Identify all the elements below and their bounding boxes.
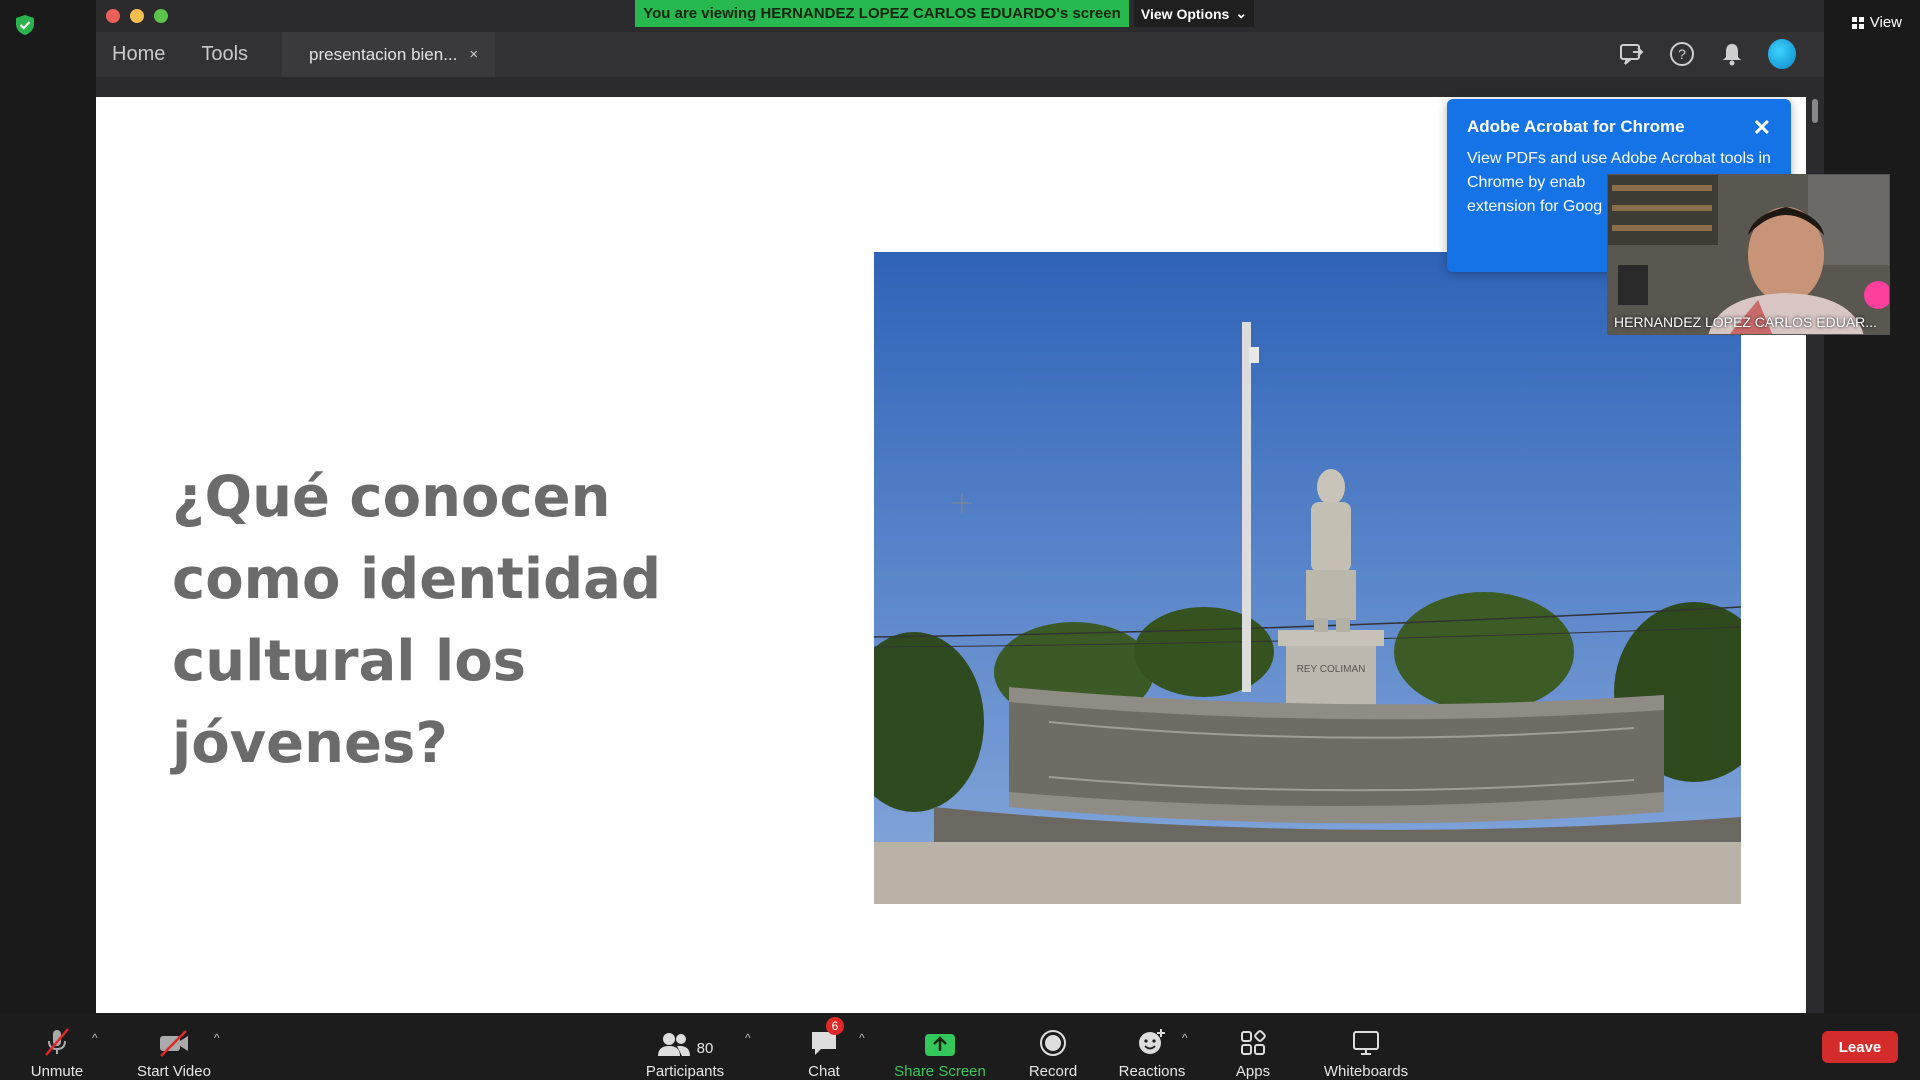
record-label: Record — [1028, 1063, 1078, 1080]
account-avatar[interactable] — [1768, 39, 1796, 69]
record-icon — [1039, 1021, 1067, 1057]
zoom-meeting-window: View You are viewing HERNANDEZ LOPEZ CAR… — [0, 0, 1920, 1080]
participants-button[interactable]: 80 Participants — [640, 1013, 730, 1080]
minimize-window-button[interactable] — [130, 9, 144, 23]
chat-unread-badge: 6 — [826, 1017, 844, 1035]
participants-count: 80 — [696, 1040, 714, 1057]
reactions-label: Reactions — [1118, 1063, 1186, 1080]
share-screen-label: Share Screen — [894, 1063, 986, 1080]
help-icon[interactable]: ? — [1668, 40, 1696, 68]
meeting-controls-bar: Unmute ^ Start Video ^ 80 Participants ^… — [0, 1013, 1920, 1080]
participant-name: HERNANDEZ LOPEZ CARLOS EDUAR... — [1614, 314, 1877, 330]
maximize-window-button[interactable] — [154, 9, 168, 23]
record-button[interactable]: Record — [1022, 1013, 1084, 1080]
video-options-caret-icon[interactable]: ^ — [214, 1031, 220, 1045]
document-tab[interactable]: presentacion bien... × — [282, 32, 495, 77]
scroll-thumb[interactable] — [1812, 99, 1818, 123]
apps-icon — [1239, 1021, 1267, 1057]
acrobat-toolbar: Home Tools presentacion bien... × ? — [96, 32, 1824, 77]
view-layout-button[interactable]: View — [1844, 10, 1910, 35]
svg-text:?: ? — [1678, 46, 1686, 62]
start-video-label: Start Video — [137, 1063, 211, 1080]
avatar — [1768, 39, 1796, 69]
toolbar-icons: ? — [1618, 39, 1796, 69]
whiteboard-icon — [1351, 1021, 1381, 1057]
reactions-options-caret-icon[interactable]: ^ — [1182, 1031, 1188, 1045]
unmute-label: Unmute — [30, 1063, 84, 1080]
microphone-muted-icon — [42, 1021, 72, 1057]
home-tab[interactable]: Home — [112, 43, 165, 66]
monument-photo: REY COLIMAN — [874, 252, 1741, 904]
chevron-down-icon: ⌄ — [1235, 5, 1248, 21]
audio-options-caret-icon[interactable]: ^ — [92, 1031, 98, 1045]
viewing-screen-banner: You are viewing HERNANDEZ LOPEZ CARLOS E… — [635, 0, 1129, 27]
document-tab-title: presentacion bien... — [309, 44, 458, 64]
apps-button[interactable]: Apps — [1232, 1013, 1274, 1080]
chat-label: Chat — [808, 1063, 840, 1080]
monument-illustration: REY COLIMAN — [874, 252, 1741, 904]
close-icon[interactable]: ✕ — [1753, 115, 1771, 141]
participants-label: Participants — [645, 1063, 725, 1080]
slide-heading: ¿Qué conocen como identidad cultural los… — [172, 465, 662, 776]
chat-options-caret-icon[interactable]: ^ — [859, 1031, 865, 1045]
close-window-button[interactable] — [106, 9, 120, 23]
video-camera-off-icon — [158, 1021, 190, 1057]
popup-title: Adobe Acrobat for Chrome — [1467, 117, 1685, 136]
participants-options-caret-icon[interactable]: ^ — [745, 1031, 751, 1045]
share-screen-button[interactable]: Share Screen — [890, 1013, 990, 1080]
close-tab-icon[interactable]: × — [469, 46, 478, 63]
apps-label: Apps — [1235, 1063, 1271, 1080]
start-video-button[interactable]: Start Video — [132, 1013, 216, 1080]
participant-video-feed — [1608, 175, 1889, 334]
monument-inscription: REY COLIMAN — [1297, 664, 1366, 675]
participant-video-tile[interactable]: HERNANDEZ LOPEZ CARLOS EDUAR... — [1607, 174, 1890, 335]
popup-body-line3: extension for Goog — [1467, 198, 1603, 215]
grid-icon — [1851, 16, 1864, 29]
leave-button[interactable]: Leave — [1822, 1031, 1898, 1063]
shield-check-icon[interactable] — [14, 14, 36, 36]
bell-icon[interactable] — [1718, 40, 1746, 68]
crosshair-cursor-icon — [952, 493, 972, 513]
content-top-strip — [96, 77, 1824, 97]
view-options-label: View Options — [1140, 5, 1230, 22]
tools-tab[interactable]: Tools — [201, 43, 248, 66]
reactions-button[interactable]: Reactions — [1116, 1013, 1188, 1080]
whiteboards-button[interactable]: Whiteboards — [1318, 1013, 1414, 1080]
smiley-add-icon — [1137, 1021, 1167, 1057]
share-comment-icon[interactable] — [1618, 40, 1646, 68]
view-label: View — [1869, 14, 1902, 31]
share-screen-icon — [924, 1021, 956, 1057]
view-options-button[interactable]: View Options ⌄ — [1134, 0, 1254, 27]
unmute-button[interactable]: Unmute — [26, 1013, 88, 1080]
whiteboards-label: Whiteboards — [1323, 1063, 1409, 1080]
participants-icon: 80 — [657, 1021, 714, 1057]
